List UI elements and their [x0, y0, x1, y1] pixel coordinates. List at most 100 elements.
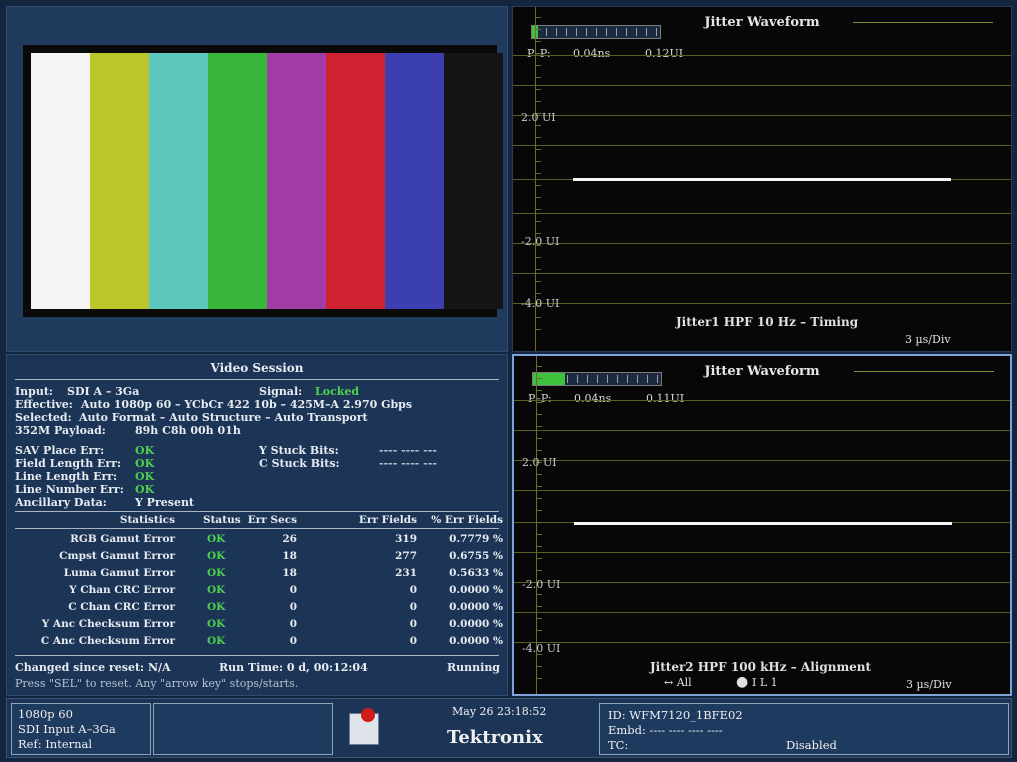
time-scale: 3 µs/Div [906, 678, 952, 691]
stat-pct: 0.0000 % [449, 601, 503, 613]
axis-tick [535, 149, 541, 150]
stat-status: OK [207, 618, 226, 630]
jitter-waveform-1[interactable]: Jitter Waveform P–P: 0.04ns 0.12UI 2.0 U… [512, 6, 1012, 352]
stat-err-secs: 0 [289, 601, 297, 613]
status-icons: I L 1 [752, 676, 778, 689]
sav-label: SAV Place Err: [15, 444, 105, 457]
header-err-fields: Err Fields [358, 514, 417, 526]
format-text: 1080p 60 [18, 707, 73, 721]
pp-ns: 0.04ns [574, 392, 612, 405]
grid-line [513, 273, 1011, 274]
stat-name: RGB Gamut Error [70, 533, 175, 545]
axis-tick [535, 281, 541, 282]
grid-line [513, 243, 1011, 244]
stat-err-secs: 18 [282, 550, 297, 562]
alert-dot [361, 708, 375, 722]
tc-label: TC: [608, 738, 629, 752]
video-session-panel[interactable]: Video Session Input: SDI A – 3Ga Signal:… [6, 354, 508, 696]
axis-tick [535, 101, 541, 102]
stat-pct: 0.6755 % [449, 550, 503, 562]
color-bar [90, 53, 149, 309]
axis-tick [535, 41, 541, 42]
empty-box [153, 703, 333, 755]
grid-line [513, 303, 1011, 304]
axis-tick [535, 29, 541, 30]
title-rule [853, 22, 993, 23]
run-time: Run Time: 0 d, 00:12:04 [219, 661, 368, 674]
stat-pct: 0.0000 % [449, 618, 503, 630]
stat-name: Cmpst Gamut Error [59, 550, 175, 562]
instrument-id: ID: WFM7120_1BFE02 [608, 708, 743, 722]
color-bar [149, 53, 208, 309]
stat-status: OK [207, 635, 226, 647]
stat-err-fields: 231 [395, 567, 417, 579]
color-bar [267, 53, 326, 309]
axis-tick [535, 269, 541, 270]
table-row: C Anc Checksum Error OK 0 0 0.0000 % [7, 635, 509, 647]
grid-line [514, 460, 1010, 461]
ystuck-label: Y Stuck Bits: [259, 444, 339, 457]
jitter-waveform-2[interactable]: Jitter Waveform P–P: 0.04ns 0.11UI 2.0 U… [512, 354, 1012, 696]
axis-tick [536, 678, 542, 679]
table-row: Y Chan CRC Error OK 0 0 0.0000 % [7, 584, 509, 596]
table-row: Y Anc Checksum Error OK 0 0 0.0000 % [7, 618, 509, 630]
cstuck-label: C Stuck Bits: [259, 457, 340, 470]
color-bars [23, 45, 503, 317]
stat-status: OK [207, 550, 226, 562]
axis-tick [536, 390, 542, 391]
ancillary-label: Ancillary Data: [15, 496, 107, 509]
axis-tick [536, 618, 542, 619]
axis-tick [536, 438, 542, 439]
color-bar [208, 53, 267, 309]
all-toggle[interactable]: ↔ All [664, 676, 692, 689]
color-bar [31, 53, 90, 309]
format-box: 1080p 60 SDI Input A–3Ga Ref: Internal [11, 703, 151, 755]
table-row: Luma Gamut Error OK 18 231 0.5633 % [7, 567, 509, 579]
axis-tick [535, 233, 541, 234]
header-pct-err-fields: % Err Fields [431, 514, 503, 526]
axis-tick [536, 414, 542, 415]
grid-line [514, 612, 1010, 613]
axis-tick [536, 570, 542, 571]
axis-tick [535, 125, 541, 126]
ancillary-value: Y Present [135, 496, 195, 509]
divider [15, 655, 499, 656]
meter-scale [567, 375, 661, 383]
axis-tick [536, 534, 542, 535]
field-value: OK [135, 457, 155, 470]
stat-pct: 0.7779 % [449, 533, 503, 545]
header-statistics: Statistics [119, 514, 175, 526]
input-value: SDI A – 3Ga [67, 385, 140, 398]
alert-icon[interactable] [349, 708, 379, 745]
stat-err-fields: 277 [395, 550, 417, 562]
axis-tick [536, 486, 542, 487]
time-scale: 3 µs/Div [905, 333, 951, 346]
line-number-label: Line Number Err: [15, 483, 124, 496]
sav-value: OK [135, 444, 155, 457]
axis-tick [536, 402, 542, 403]
grid-line [513, 115, 1011, 116]
axis-tick [535, 17, 541, 18]
changed-since-reset: Changed since reset: N/A [15, 661, 171, 674]
pp-ns: 0.04ns [573, 47, 611, 60]
axis-tick [535, 53, 541, 54]
axis-tick [535, 173, 541, 174]
picture-panel[interactable] [6, 6, 508, 352]
axis-tick [536, 366, 542, 367]
axis-tick [535, 161, 541, 162]
axis-tick [536, 522, 542, 523]
stat-err-fields: 0 [409, 601, 417, 613]
divider [15, 379, 499, 380]
axis-tick [536, 630, 542, 631]
axis-tick [535, 197, 541, 198]
reset-hint: Press "SEL" to reset. Any "arrow key" st… [15, 677, 299, 690]
stat-name: Y Chan CRC Error [69, 584, 175, 596]
stat-err-fields: 0 [409, 584, 417, 596]
axis-tick [536, 606, 542, 607]
ref-text: Ref: Internal [18, 737, 93, 751]
axis-tick [535, 77, 541, 78]
record-icon: ● [736, 674, 749, 690]
selected-label: Selected: [15, 411, 72, 424]
line-length-label: Line Length Err: [15, 470, 118, 483]
jitter-meter-fill [533, 373, 565, 385]
